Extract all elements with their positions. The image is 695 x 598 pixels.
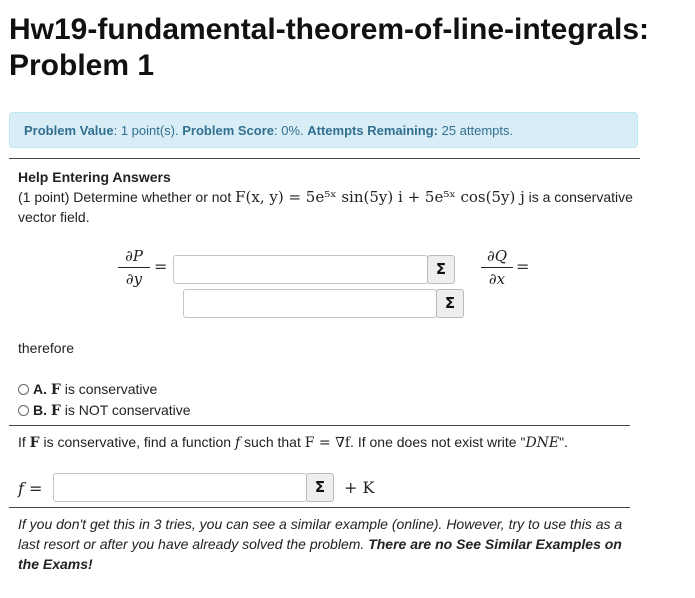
- potential-function-input[interactable]: [53, 473, 307, 502]
- therefore-label: therefore: [18, 340, 75, 356]
- option-a-variable: F: [50, 382, 61, 398]
- equation-editor-button-3[interactable]: Σ: [306, 473, 334, 502]
- vector-field-expression: F(x, y) = 5e⁵ˣ sin(5y) i + 5e⁵ˣ cos(5y) …: [235, 188, 525, 206]
- dp-dy-answer-input[interactable]: [173, 255, 428, 284]
- problem-value-text: : 1 point(s).: [113, 123, 183, 138]
- page-title-line-2: Problem 1: [9, 49, 155, 82]
- option-b-label[interactable]: B. F is NOT conservative: [33, 402, 191, 419]
- option-a-text: is conservative: [60, 381, 158, 397]
- find-text-1: If: [18, 434, 30, 450]
- partial-p-dy-fraction: ∂P ∂y: [114, 247, 154, 288]
- partial-p-denominator: ∂y: [125, 270, 143, 288]
- divider-middle: [9, 425, 630, 426]
- attempts-remaining-label: Attempts Remaining:: [307, 123, 438, 138]
- problem-score-text: : 0%.: [274, 123, 308, 138]
- option-b-text: is NOT conservative: [60, 402, 191, 418]
- option-a-letter: A.: [33, 381, 47, 397]
- find-text-2: is conservative, find a function: [39, 434, 235, 450]
- problem-statement-suffix: is a conservative: [524, 189, 633, 205]
- dq-dx-answer-input[interactable]: [183, 289, 437, 318]
- partial-q-dx-fraction: ∂Q ∂x: [477, 247, 517, 288]
- find-text-5: ".: [559, 434, 568, 450]
- option-b-letter: B.: [33, 402, 47, 418]
- find-text-4: . If one does not exist write ": [350, 434, 526, 450]
- partial-p-numerator: ∂P: [125, 247, 143, 265]
- partial-q-numerator: ∂Q: [486, 247, 508, 265]
- page-title: Hw19-fundamental-theorem-of-line-integra…: [9, 12, 689, 84]
- divider-top: [9, 158, 640, 159]
- attempts-remaining-text: 25 attempts.: [437, 123, 514, 138]
- dne-keyword: DNE: [525, 435, 560, 451]
- option-b-variable: F: [50, 403, 61, 419]
- find-var-f-vector: F: [29, 435, 40, 451]
- equals-sign-1: =: [154, 257, 168, 276]
- page-title-line-1: Hw19-fundamental-theorem-of-line-integra…: [9, 13, 650, 46]
- find-potential-instruction: If F is conservative, find a function f …: [18, 434, 568, 451]
- option-b-radio[interactable]: [18, 405, 29, 416]
- find-text-3: such that: [240, 434, 305, 450]
- equation-editor-button-1[interactable]: Σ: [427, 255, 455, 284]
- option-a-label[interactable]: A. F is conservative: [33, 381, 157, 398]
- problem-statement-prefix: (1 point) Determine whether or not: [18, 189, 236, 205]
- problem-value-label: Problem Value: [24, 123, 114, 138]
- option-a-radio[interactable]: [18, 384, 29, 395]
- problem-statement-line-2: vector field.: [18, 209, 90, 225]
- similar-example-note: If you don't get this in 3 tries, you ca…: [18, 514, 638, 574]
- f-equals-label: f =: [18, 479, 43, 498]
- problem-statement: (1 point) Determine whether or not F(x, …: [18, 188, 633, 206]
- partial-q-denominator: ∂x: [488, 270, 506, 288]
- help-entering-answers-link[interactable]: Help Entering Answers: [18, 169, 171, 185]
- divider-bottom: [9, 507, 630, 508]
- problem-info-bar: Problem Value: 1 point(s). Problem Score…: [9, 112, 638, 148]
- gradient-equation: F = ∇f: [304, 435, 351, 451]
- equals-sign-2: =: [516, 257, 530, 276]
- problem-score-label: Problem Score: [182, 123, 274, 138]
- plus-k-label: + K: [344, 478, 375, 497]
- equation-editor-button-2[interactable]: Σ: [436, 289, 464, 318]
